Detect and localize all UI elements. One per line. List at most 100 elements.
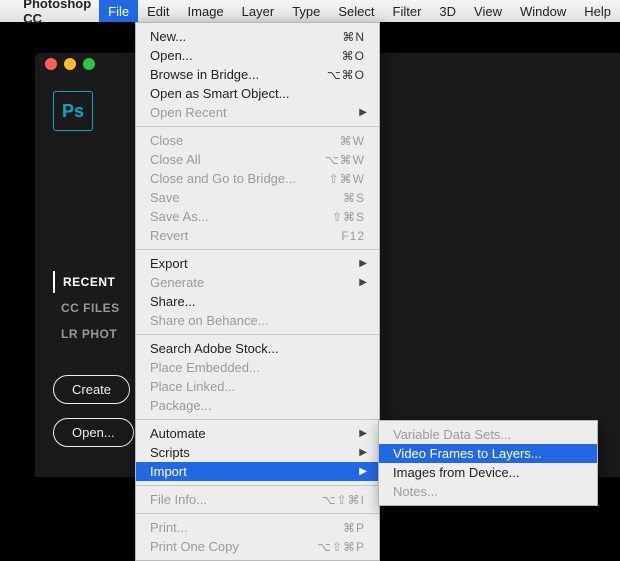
menu-filter[interactable]: Filter <box>384 0 431 22</box>
menu-file[interactable]: File <box>99 0 138 22</box>
menuitem-share[interactable]: Share... <box>136 292 379 311</box>
menuitem-close-all: Close All⌥⌘W <box>136 150 379 169</box>
menuitem-shortcut: ⌘N <box>342 30 365 44</box>
menuitem-shortcut: ⌥⇧⌘I <box>322 493 365 507</box>
menuitem-label: Close All <box>150 152 325 167</box>
menuitem-open-as-smart-object[interactable]: Open as Smart Object... <box>136 84 379 103</box>
menuitem-label: Generate <box>150 275 365 290</box>
create-new-button[interactable]: Create <box>53 375 130 404</box>
menu-separator <box>136 485 379 486</box>
menuitem-label: Place Embedded... <box>150 360 365 375</box>
menuitem-print: Print...⌘P <box>136 518 379 537</box>
menuitem-place-linked: Place Linked... <box>136 377 379 396</box>
menuitem-label: Search Adobe Stock... <box>150 341 365 356</box>
menuitem-label: Share... <box>150 294 365 309</box>
app-name[interactable]: Photoshop CC <box>15 0 99 26</box>
menuitem-browse-in-bridge[interactable]: Browse in Bridge...⌥⌘O <box>136 65 379 84</box>
menu-separator <box>136 334 379 335</box>
menuitem-label: File Info... <box>150 492 322 507</box>
menuitem-label: Browse in Bridge... <box>150 67 327 82</box>
menuitem-shortcut: ⌘O <box>342 49 365 63</box>
menu-image[interactable]: Image <box>179 0 233 22</box>
open-button[interactable]: Open... <box>53 418 134 447</box>
menuitem-label: Export <box>150 256 365 271</box>
menuitem-video-frames-to-layers[interactable]: Video Frames to Layers... <box>379 444 597 463</box>
menuitem-label: Place Linked... <box>150 379 365 394</box>
menuitem-notes: Notes... <box>379 482 597 501</box>
menuitem-label: Open Recent <box>150 105 365 120</box>
import-submenu: Variable Data Sets... Video Frames to Lay… <box>378 420 598 506</box>
menuitem-label: Scripts <box>150 445 365 460</box>
menu-separator <box>136 249 379 250</box>
menuitem-label: Save As... <box>150 209 332 224</box>
menuitem-import[interactable]: Import▶ <box>136 462 379 481</box>
menuitem-share-on-behance: Share on Behance... <box>136 311 379 330</box>
menuitem-label: New... <box>150 29 342 44</box>
menu-type[interactable]: Type <box>283 0 329 22</box>
menuitem-label: Share on Behance... <box>150 313 365 328</box>
menuitem-shortcut: ⌥⌘W <box>325 153 365 167</box>
menuitem-scripts[interactable]: Scripts▶ <box>136 443 379 462</box>
menuitem-open-recent: Open Recent▶ <box>136 103 379 122</box>
menuitem-revert: RevertF12 <box>136 226 379 245</box>
menuitem-open[interactable]: Open...⌘O <box>136 46 379 65</box>
menuitem-label: Revert <box>150 228 341 243</box>
menuitem-save-as: Save As...⇧⌘S <box>136 207 379 226</box>
menuitem-place-embedded: Place Embedded... <box>136 358 379 377</box>
window-fullscreen-button[interactable] <box>83 58 95 70</box>
macos-menubar: Photoshop CC FileEditImageLayerTypeSelec… <box>0 0 620 22</box>
window-minimize-button[interactable] <box>64 58 76 70</box>
menuitem-print-one-copy: Print One Copy⌥⇧⌘P <box>136 537 379 556</box>
menuitem-label: Print... <box>150 520 343 535</box>
submenu-arrow-icon: ▶ <box>359 447 367 458</box>
menuitem-shortcut: ⇧⌘S <box>332 210 365 224</box>
menuitem-export[interactable]: Export▶ <box>136 254 379 273</box>
menu-help[interactable]: Help <box>575 0 620 22</box>
menuitem-label: Open as Smart Object... <box>150 86 365 101</box>
menuitem-generate: Generate▶ <box>136 273 379 292</box>
menuitem-label: Print One Copy <box>150 539 317 554</box>
menu-separator <box>136 419 379 420</box>
menuitem-label: Close <box>150 133 340 148</box>
menuitem-search-adobe-stock[interactable]: Search Adobe Stock... <box>136 339 379 358</box>
menu-window[interactable]: Window <box>511 0 575 22</box>
menuitem-close-and-go-to-bridge: Close and Go to Bridge...⇧⌘W <box>136 169 379 188</box>
menuitem-file-info: File Info...⌥⇧⌘I <box>136 490 379 509</box>
submenu-arrow-icon: ▶ <box>359 428 367 439</box>
menu-edit[interactable]: Edit <box>138 0 178 22</box>
menu-separator <box>136 126 379 127</box>
menuitem-save: Save⌘S <box>136 188 379 207</box>
menuitem-shortcut: ⌥⇧⌘P <box>317 540 365 554</box>
menuitem-label: Import <box>150 464 365 479</box>
menuitem-label: Images from Device... <box>393 465 583 480</box>
menuitem-package: Package... <box>136 396 379 415</box>
menu-view[interactable]: View <box>465 0 511 22</box>
menuitem-shortcut: ⌘S <box>343 191 365 205</box>
menu-select[interactable]: Select <box>329 0 383 22</box>
menuitem-shortcut: ⇧⌘W <box>329 172 365 186</box>
menu-3d[interactable]: 3D <box>430 0 465 22</box>
submenu-arrow-icon: ▶ <box>359 258 367 269</box>
menuitem-shortcut: ⌘W <box>340 134 365 148</box>
menuitem-label: Variable Data Sets... <box>393 427 583 442</box>
menuitem-label: Open... <box>150 48 342 63</box>
menu-layer[interactable]: Layer <box>233 0 284 22</box>
menuitem-label: Automate <box>150 426 365 441</box>
menuitem-label: Close and Go to Bridge... <box>150 171 329 186</box>
menuitem-shortcut: F12 <box>341 229 365 243</box>
submenu-arrow-icon: ▶ <box>359 277 367 288</box>
menu-separator <box>136 513 379 514</box>
menuitem-shortcut: ⌘P <box>343 521 365 535</box>
menuitem-label: Notes... <box>393 484 583 499</box>
menuitem-label: Package... <box>150 398 365 413</box>
menuitem-images-from-device[interactable]: Images from Device... <box>379 463 597 482</box>
submenu-arrow-icon: ▶ <box>359 107 367 118</box>
submenu-arrow-icon: ▶ <box>359 466 367 477</box>
menuitem-shortcut: ⌥⌘O <box>327 68 365 82</box>
menuitem-variable-data-sets: Variable Data Sets... <box>379 425 597 444</box>
menuitem-label: Video Frames to Layers... <box>393 446 583 461</box>
window-close-button[interactable] <box>45 58 57 70</box>
menuitem-new[interactable]: New...⌘N <box>136 27 379 46</box>
menuitem-close: Close⌘W <box>136 131 379 150</box>
menuitem-automate[interactable]: Automate▶ <box>136 424 379 443</box>
